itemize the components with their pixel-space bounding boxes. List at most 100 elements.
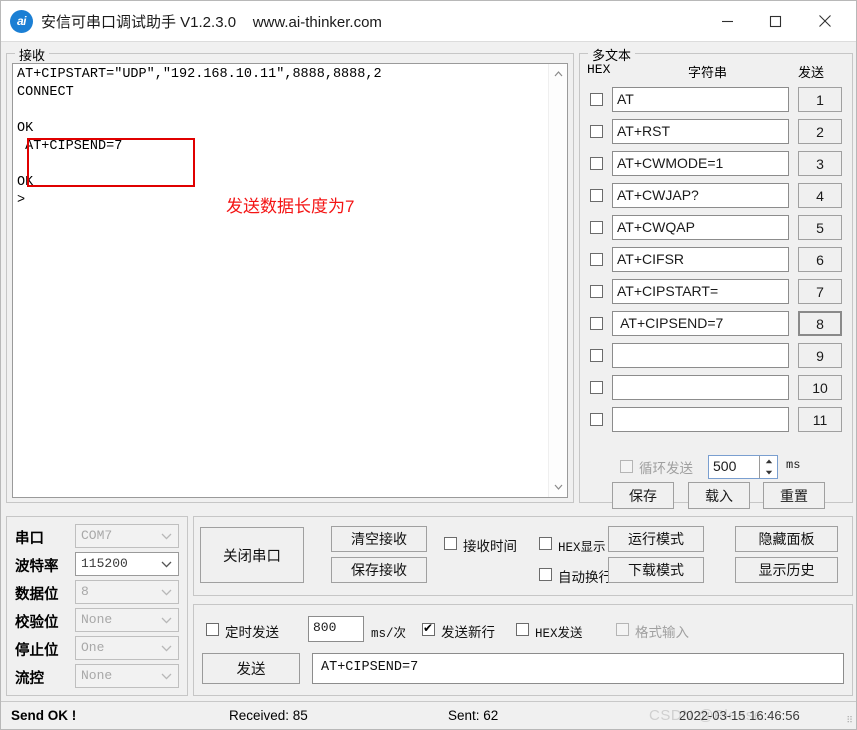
multitext-send-button-4[interactable]: 4 [798,183,842,208]
download-mode-button[interactable]: 下载模式 [608,557,704,583]
multitext-send-button-9[interactable]: 9 [798,343,842,368]
serial-setting-row: 波特率 115200 [7,551,189,579]
checkbox-icon[interactable] [539,537,552,550]
checkbox-icon[interactable] [444,537,457,550]
multitext-send-button-11[interactable]: 11 [798,407,842,432]
multitext-hex-checkbox[interactable] [590,125,603,138]
checkbox-icon[interactable] [516,623,529,636]
loop-send-label: 循环发送 [639,461,693,476]
serial-setting-dropdown: 8 [75,580,179,604]
multitext-command-input[interactable] [612,375,789,400]
multitext-send-button-5[interactable]: 5 [798,215,842,240]
receive-panel-label: 接收 [15,45,50,64]
show-history-button[interactable]: 显示历史 [735,557,838,583]
minimize-icon[interactable] [704,1,751,41]
serial-setting-row: 流控 None [7,663,189,691]
status-timestamp: 2022-03-15 16:46:56 [679,708,800,723]
multitext-actions: 保存 载入 重置 [580,482,854,516]
app-logo-icon: ai [10,10,33,33]
serial-setting-label: 数据位 [15,587,59,603]
chevron-down-icon [161,588,172,598]
resize-grip-icon[interactable]: ⠿ [846,715,853,726]
spinner-up-icon[interactable] [760,456,778,467]
serial-setting-label: 流控 [15,671,44,687]
save-button[interactable]: 保存 [612,482,674,509]
multitext-send-button-8[interactable]: 8 [798,311,842,336]
close-port-button[interactable]: 关闭串口 [200,527,304,583]
multitext-send-button-10[interactable]: 10 [798,375,842,400]
multitext-hex-checkbox[interactable] [590,157,603,170]
multitext-command-input[interactable]: AT+CWMODE=1 [612,151,789,176]
timed-interval-input[interactable]: 800 [308,616,364,642]
close-icon[interactable] [801,1,848,41]
multitext-command-input[interactable]: AT+RST [612,119,789,144]
loop-interval-spin-buttons[interactable] [759,456,777,478]
timed-interval-value: 800 [313,620,337,635]
auto-wrap-label: 自动换行 [558,570,612,585]
serial-setting-value: 8 [81,584,89,599]
save-receive-button[interactable]: 保存接收 [331,557,427,583]
hide-panel-button[interactable]: 隐藏面板 [735,526,838,552]
multitext-hex-checkbox[interactable] [590,413,603,426]
serial-setting-dropdown[interactable]: 115200 [75,552,179,576]
receive-scrollbar[interactable] [548,64,567,497]
spinner-down-icon[interactable] [760,467,778,478]
multitext-row: AT+CWQAP 5 [580,212,854,244]
multitext-row: AT+CIPSTART= 7 [580,276,854,308]
multitext-row: AT+CWMODE=1 3 [580,148,854,180]
multitext-command-input[interactable]: AT+CWJAP? [612,183,789,208]
multitext-send-button-3[interactable]: 3 [798,151,842,176]
serial-setting-value: One [81,640,105,655]
multitext-hex-checkbox[interactable] [590,93,603,106]
loop-interval-stepper[interactable]: 500 [708,455,778,479]
multitext-command-input[interactable]: AT [612,87,789,112]
serial-setting-dropdown: One [75,636,179,660]
checkbox-icon[interactable] [539,568,552,581]
multitext-hex-checkbox[interactable] [590,285,603,298]
clear-receive-button[interactable]: 清空接收 [331,526,427,552]
receive-textarea[interactable]: AT+CIPSTART="UDP","192.168.10.11",8888,8… [12,63,568,498]
reset-button[interactable]: 重置 [763,482,825,509]
loop-send-checkbox[interactable] [620,460,633,473]
multitext-send-button-6[interactable]: 6 [798,247,842,272]
multitext-hex-checkbox[interactable] [590,221,603,234]
multitext-send-button-7[interactable]: 7 [798,279,842,304]
multitext-send-button-2[interactable]: 2 [798,119,842,144]
loop-interval-unit: ms [786,458,801,472]
chevron-up-icon[interactable] [549,65,567,83]
multitext-command-input[interactable] [612,343,789,368]
multitext-row: 11 [580,404,854,436]
multitext-hex-checkbox[interactable] [590,189,603,202]
serial-setting-row: 数据位 8 [7,579,189,607]
run-mode-button[interactable]: 运行模式 [608,526,704,552]
serial-setting-row: 串口 COM7 [7,523,189,551]
checkbox-icon[interactable] [422,620,435,636]
multitext-header-string: 字符串 [688,65,728,80]
loop-interval-value: 500 [713,458,737,474]
checkbox-icon [616,623,629,636]
send-input-value: AT+CIPSEND=7 [321,660,419,675]
maximize-icon[interactable] [752,1,799,41]
multitext-command-input[interactable] [612,407,789,432]
multitext-command-input[interactable]: AT+CIFSR [612,247,789,272]
serial-setting-value: None [81,668,113,683]
status-received: Received: 85 [229,708,308,723]
receive-annotation-text: 发送数据长度为7 [226,197,355,216]
multitext-command-input[interactable]: AT+CIPSTART= [612,279,789,304]
chevron-down-icon[interactable] [549,478,567,496]
chevron-down-icon [161,616,172,626]
send-button[interactable]: 发送 [202,653,300,684]
load-button[interactable]: 载入 [688,482,750,509]
multitext-hex-checkbox[interactable] [590,381,603,394]
multitext-command-input[interactable]: AT+CIPSEND=7 [612,311,789,336]
multitext-hex-checkbox[interactable] [590,253,603,266]
multitext-row: AT+CIFSR 6 [580,244,854,276]
status-bar: Send OK ! Received: 85 Sent: 62 CSDN @Pl… [1,701,856,729]
send-input[interactable]: AT+CIPSEND=7 [312,653,844,684]
multitext-hex-checkbox[interactable] [590,349,603,362]
multitext-command-input[interactable]: AT+CWQAP [612,215,789,240]
multitext-hex-checkbox[interactable] [590,317,603,330]
checkbox-icon[interactable] [206,623,219,636]
multitext-send-button-1[interactable]: 1 [798,87,842,112]
multitext-panel: 多文本 HEX 字符串 发送 AT 1 AT+RST 2 AT+CWMODE=1 3 AT+… [579,45,854,509]
